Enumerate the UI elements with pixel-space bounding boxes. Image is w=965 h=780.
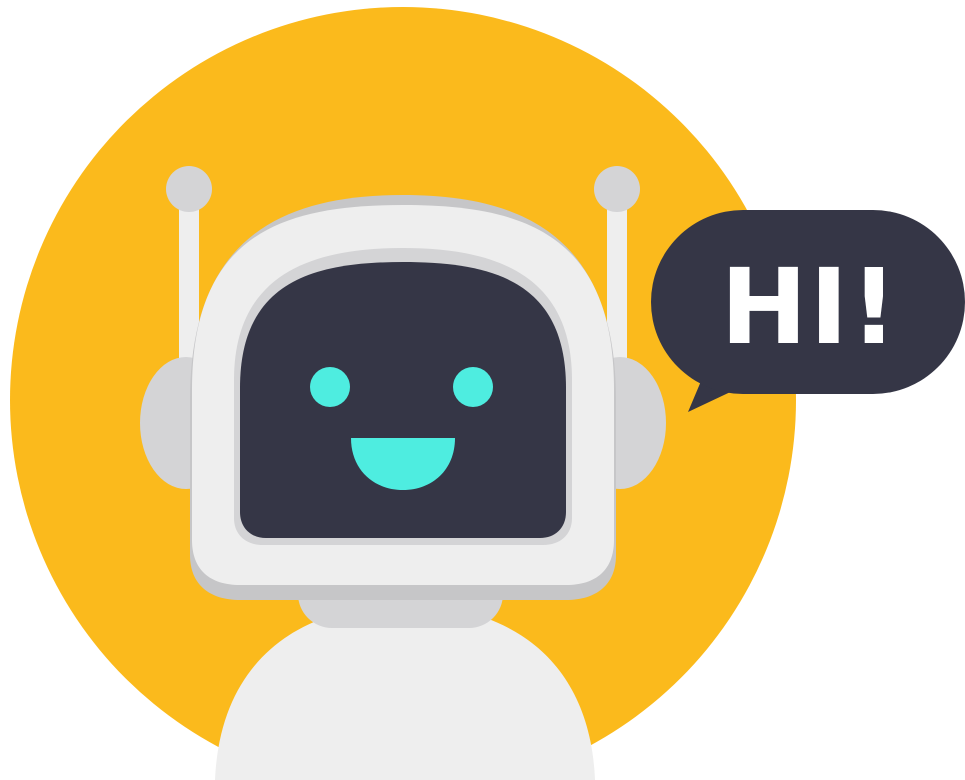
left-antenna-tip xyxy=(166,166,212,212)
right-antenna-tip xyxy=(594,166,640,212)
chatbot-illustration: HI! xyxy=(0,0,965,780)
speech-bubble-text: HI! xyxy=(720,246,899,368)
speech-bubble: HI! xyxy=(651,210,965,412)
face-screen xyxy=(240,262,566,538)
left-eye xyxy=(310,367,350,407)
right-eye xyxy=(453,367,493,407)
chatbot-scene: HI! xyxy=(10,7,965,780)
